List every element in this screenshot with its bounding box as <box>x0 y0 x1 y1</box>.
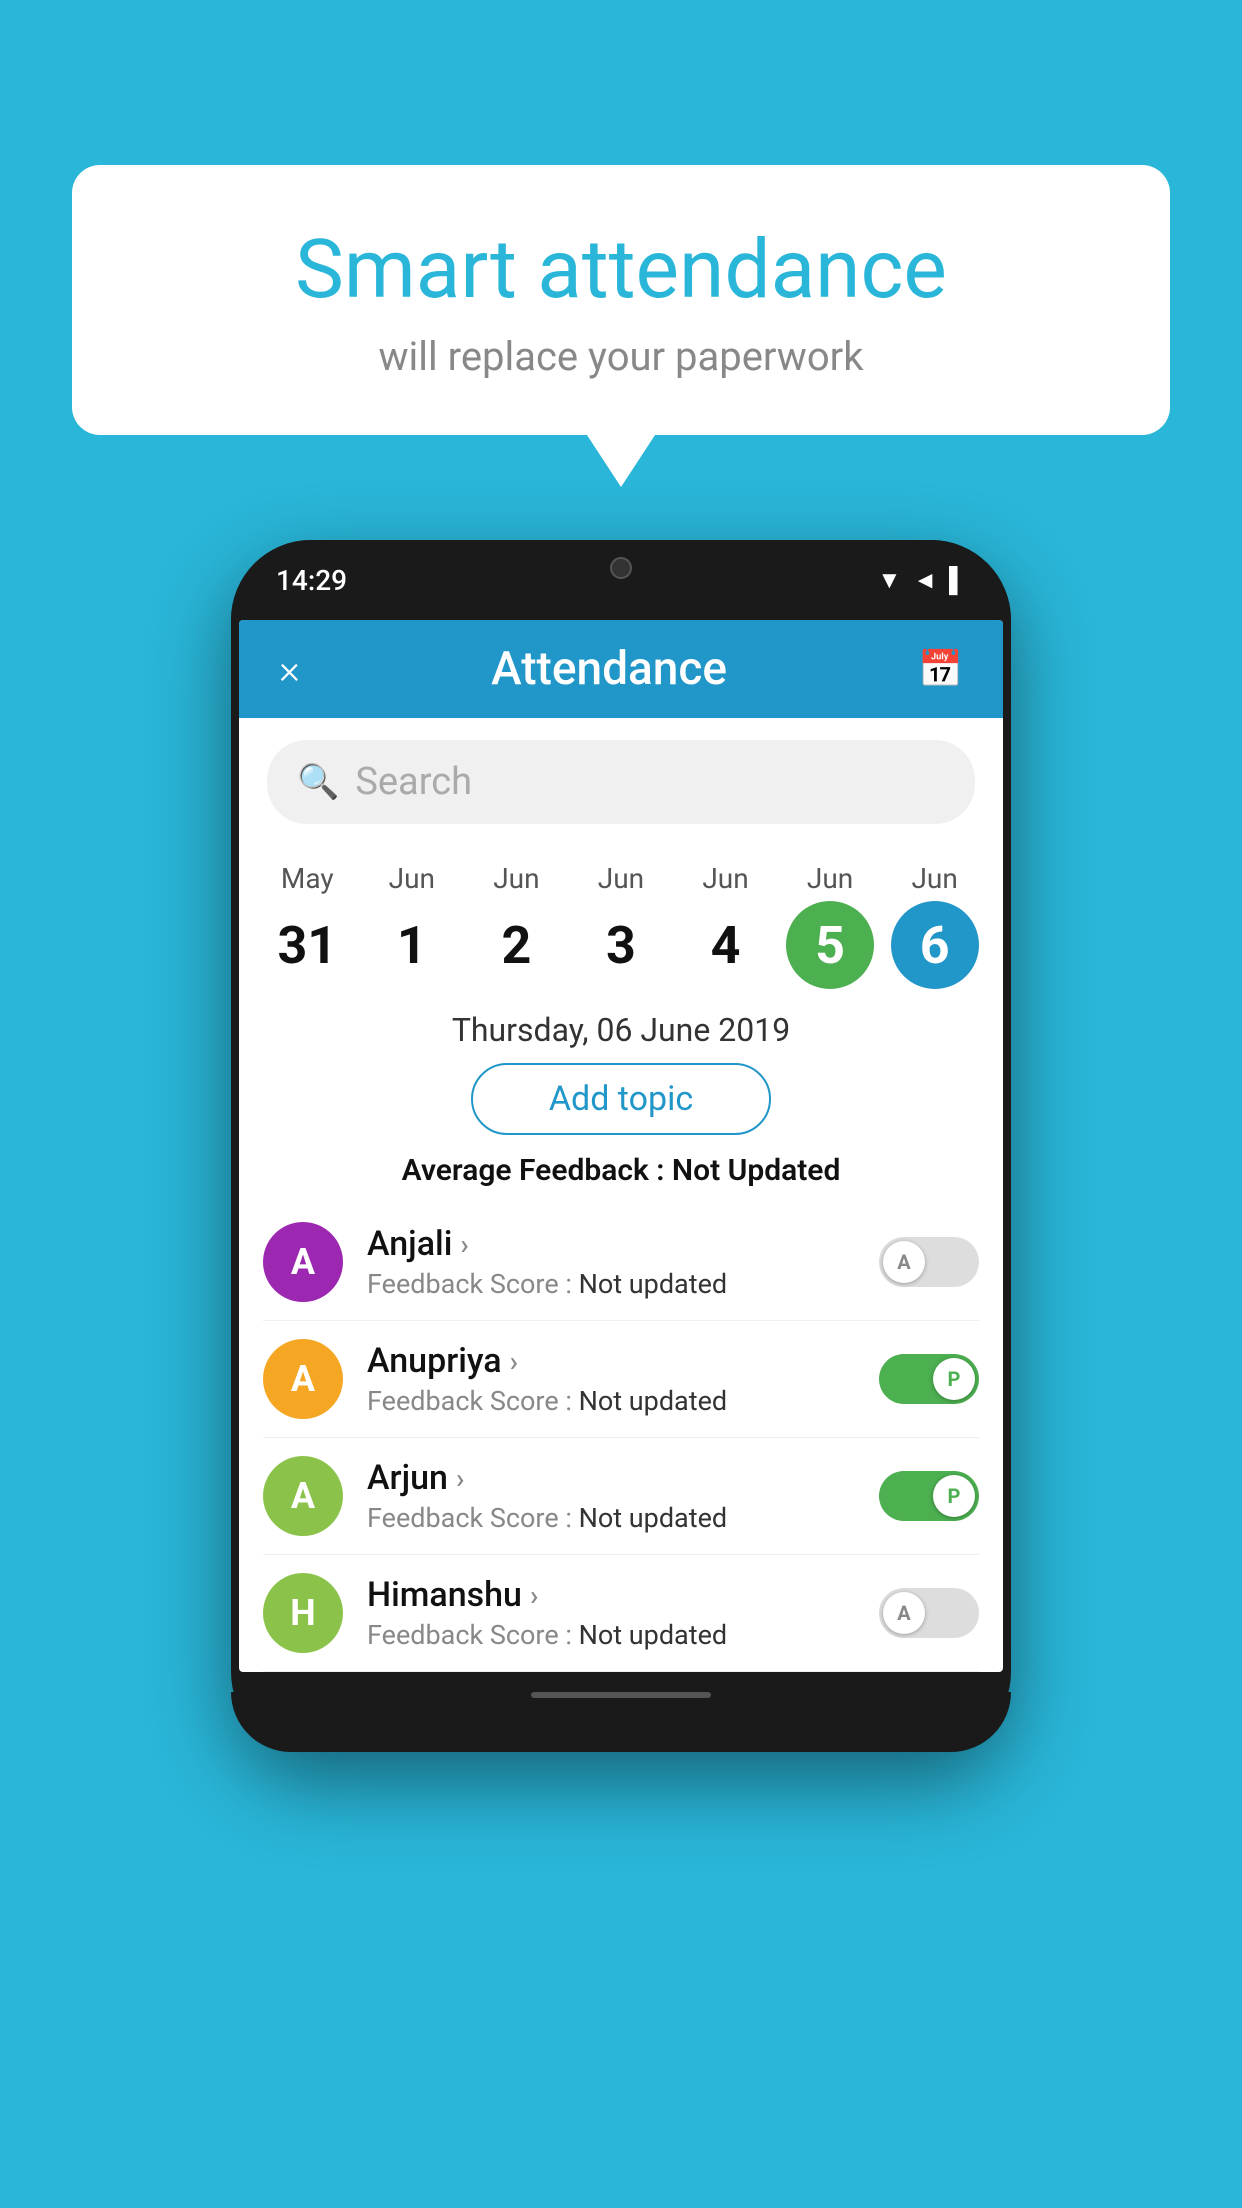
cal-date-number: 2 <box>472 901 560 989</box>
toggle-switch[interactable]: A <box>879 1237 979 1287</box>
student-list: AAnjali ›Feedback Score : Not updatedAAA… <box>239 1204 1003 1672</box>
student-feedback: Feedback Score : Not updated <box>367 1268 855 1300</box>
toggle-knob: P <box>933 1358 975 1400</box>
student-feedback: Feedback Score : Not updated <box>367 1502 855 1534</box>
chevron-right-icon: › <box>510 1345 518 1378</box>
cal-month-label: Jun <box>702 862 748 895</box>
avg-feedback-label: Average Feedback : <box>402 1153 665 1188</box>
student-item[interactable]: A Arjun › Feedback Score : Not updated P <box>263 1438 979 1555</box>
search-bar[interactable]: 🔍 Search <box>267 740 975 824</box>
student-info: Anjali › Feedback Score : Not updated <box>367 1224 855 1300</box>
avg-feedback: Average Feedback : Not Updated <box>239 1153 1003 1188</box>
search-input[interactable]: Search <box>355 760 472 804</box>
student-feedback: Feedback Score : Not updated <box>367 1619 855 1651</box>
wifi-icon: ▼ <box>877 566 901 595</box>
battery-icon: ▌ <box>949 566 966 595</box>
avatar: A <box>263 1222 343 1302</box>
calendar-day[interactable]: Jun 1 <box>368 862 456 989</box>
cal-month-label: Jun <box>493 862 539 895</box>
toggle-switch[interactable]: A <box>879 1588 979 1638</box>
speech-bubble: Smart attendance will replace your paper… <box>72 165 1170 435</box>
close-button[interactable]: × <box>279 646 300 693</box>
cal-date-number: 6 <box>891 901 979 989</box>
calendar-row: May 31 Jun 1 Jun 2 Jun 3 Jun 4 Jun 5 Jun 6 <box>239 846 1003 989</box>
toggle-knob: P <box>933 1475 975 1517</box>
phone-notch <box>551 540 691 595</box>
home-indicator <box>531 1692 711 1698</box>
phone-shell: 14:29 ▼ ◄ ▌ × Attendance 📅 🔍 Search May 3… <box>231 540 1011 1752</box>
chevron-right-icon: › <box>530 1579 538 1612</box>
student-info: Arjun › Feedback Score : Not updated <box>367 1458 855 1534</box>
phone-container: 14:29 ▼ ◄ ▌ × Attendance 📅 🔍 Search May 3… <box>231 540 1011 1752</box>
bubble-title: Smart attendance <box>132 225 1110 315</box>
status-time: 14:29 <box>276 564 347 597</box>
avatar: H <box>263 1573 343 1653</box>
cal-date-number: 31 <box>263 901 351 989</box>
student-info: Himanshu › Feedback Score : Not updated <box>367 1575 855 1651</box>
calendar-day[interactable]: Jun 3 <box>577 862 665 989</box>
calendar-button[interactable]: 📅 <box>918 648 963 690</box>
signal-icon: ◄ <box>913 566 937 595</box>
calendar-day[interactable]: May 31 <box>263 862 351 989</box>
student-item[interactable]: H Himanshu › Feedback Score : Not updated A <box>263 1555 979 1672</box>
student-item[interactable]: A Anjali › Feedback Score : Not updated A <box>263 1204 979 1321</box>
calendar-day[interactable]: Jun 6 <box>891 862 979 989</box>
feedback-value: Not updated <box>579 1268 728 1300</box>
cal-month-label: May <box>281 862 334 895</box>
app-header: × Attendance 📅 <box>239 620 1003 718</box>
bubble-subtitle: will replace your paperwork <box>132 333 1110 380</box>
attendance-toggle[interactable]: A <box>879 1588 979 1638</box>
avatar: A <box>263 1339 343 1419</box>
app-title: Attendance <box>491 642 727 696</box>
student-feedback: Feedback Score : Not updated <box>367 1385 855 1417</box>
chevron-right-icon: › <box>460 1228 468 1261</box>
add-topic-button[interactable]: Add topic <box>471 1063 771 1135</box>
toggle-knob: A <box>883 1592 925 1634</box>
cal-date-number: 4 <box>682 901 770 989</box>
student-name: Anjali › <box>367 1224 855 1264</box>
chevron-right-icon: › <box>456 1462 464 1495</box>
search-icon: 🔍 <box>297 762 339 802</box>
status-icons: ▼ ◄ ▌ <box>877 566 966 595</box>
student-info: Anupriya › Feedback Score : Not updated <box>367 1341 855 1417</box>
cal-date-number: 1 <box>368 901 456 989</box>
student-name: Himanshu › <box>367 1575 855 1615</box>
cal-date-number: 5 <box>786 901 874 989</box>
calendar-day[interactable]: Jun 4 <box>682 862 770 989</box>
phone-screen: × Attendance 📅 🔍 Search May31Jun1Jun2Jun… <box>239 620 1003 1672</box>
selected-date: Thursday, 06 June 2019 <box>239 1011 1003 1049</box>
student-name: Arjun › <box>367 1458 855 1498</box>
attendance-toggle[interactable]: P <box>879 1354 979 1404</box>
student-name: Anupriya › <box>367 1341 855 1381</box>
toggle-switch[interactable]: P <box>879 1354 979 1404</box>
notch-camera <box>610 557 632 579</box>
cal-month-label: Jun <box>911 862 957 895</box>
calendar-day[interactable]: Jun 5 <box>786 862 874 989</box>
toggle-knob: A <box>883 1241 925 1283</box>
attendance-toggle[interactable]: A <box>879 1237 979 1287</box>
toggle-switch[interactable]: P <box>879 1471 979 1521</box>
student-item[interactable]: A Anupriya › Feedback Score : Not updated P <box>263 1321 979 1438</box>
phone-bottom <box>231 1692 1011 1752</box>
attendance-toggle[interactable]: P <box>879 1471 979 1521</box>
feedback-value: Not updated <box>579 1502 728 1534</box>
avg-feedback-value: Not Updated <box>672 1153 840 1188</box>
avatar: A <box>263 1456 343 1536</box>
cal-month-label: Jun <box>598 862 644 895</box>
cal-month-label: Jun <box>807 862 853 895</box>
feedback-value: Not updated <box>579 1619 728 1651</box>
feedback-value: Not updated <box>579 1385 728 1417</box>
calendar-day[interactable]: Jun 2 <box>472 862 560 989</box>
cal-date-number: 3 <box>577 901 665 989</box>
cal-month-label: Jun <box>389 862 435 895</box>
